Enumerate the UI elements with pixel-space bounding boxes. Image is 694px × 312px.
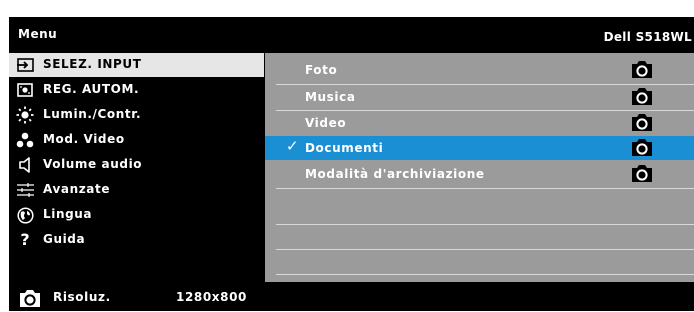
menu-item-label: Lingua xyxy=(43,207,93,221)
resolution-label: Risoluz. xyxy=(53,290,111,304)
separator xyxy=(276,249,694,250)
camera-icon xyxy=(631,87,653,110)
submenu-item-musica[interactable]: Musica xyxy=(265,85,694,109)
submenu-item-archiviazione[interactable]: Modalità d'archiviazione xyxy=(265,162,694,186)
auto-adjust-icon xyxy=(16,82,34,98)
checkmark-icon: ✓ xyxy=(286,137,299,155)
menu-item-label: Volume audio xyxy=(43,157,143,171)
model-name: Dell S518WL xyxy=(603,30,692,44)
header-bar: Menu Dell S518WL xyxy=(9,17,694,53)
menu-item-label: REG. AUTOM. xyxy=(43,82,140,96)
submenu-item-label: Documenti xyxy=(305,141,384,155)
camera-icon xyxy=(19,289,41,312)
menu-item-label: Mod. Video xyxy=(43,132,125,146)
submenu-item-label: Video xyxy=(305,116,347,130)
main-menu: SELEZ. INPUT REG. AUTOM. Lumin./Contr. M… xyxy=(9,53,264,282)
submenu-item-label: Foto xyxy=(305,63,338,77)
speaker-icon xyxy=(16,157,34,173)
input-source-icon xyxy=(16,57,34,73)
submenu-item-documenti[interactable]: ✓ Documenti xyxy=(265,136,694,160)
menu-item-language[interactable]: Lingua xyxy=(9,203,264,227)
video-mode-icon xyxy=(16,132,34,148)
submenu-item-label: Musica xyxy=(305,90,356,104)
submenu-item-label: Modalità d'archiviazione xyxy=(305,167,485,181)
menu-item-auto-adjust[interactable]: REG. AUTOM. xyxy=(9,78,264,102)
menu-item-label: Lumin./Contr. xyxy=(43,107,142,121)
menu-item-advanced[interactable]: Avanzate xyxy=(9,178,264,202)
separator xyxy=(276,188,694,189)
brightness-icon xyxy=(16,106,34,124)
menu-item-label: SELEZ. INPUT xyxy=(43,57,142,71)
camera-icon xyxy=(631,138,653,161)
camera-icon xyxy=(631,113,653,136)
submenu-panel: Foto Musica Video ✓ Documenti Modalità d… xyxy=(265,53,694,282)
separator xyxy=(276,224,694,225)
camera-icon xyxy=(631,60,653,83)
globe-icon xyxy=(16,206,34,224)
osd-menu: Menu Dell S518WL SELEZ. INPUT REG. AUTOM… xyxy=(9,17,694,311)
menu-item-label: Guida xyxy=(43,232,86,246)
resolution-value: 1280x800 xyxy=(176,290,247,304)
sliders-icon xyxy=(16,182,34,198)
menu-item-video-mode[interactable]: Mod. Video xyxy=(9,128,264,152)
submenu-item-foto[interactable]: Foto xyxy=(265,58,694,82)
menu-item-brightness[interactable]: Lumin./Contr. xyxy=(9,103,264,127)
separator xyxy=(276,274,694,275)
menu-item-volume[interactable]: Volume audio xyxy=(9,153,264,177)
status-bar: Risoluz. 1280x800 xyxy=(9,282,694,311)
menu-item-help[interactable]: ? Guida xyxy=(9,228,264,252)
menu-title: Menu xyxy=(18,27,58,41)
submenu-item-video[interactable]: Video xyxy=(265,111,694,135)
menu-item-input[interactable]: SELEZ. INPUT xyxy=(9,53,264,77)
camera-icon xyxy=(631,164,653,187)
menu-item-label: Avanzate xyxy=(43,182,111,196)
question-icon: ? xyxy=(20,230,30,249)
